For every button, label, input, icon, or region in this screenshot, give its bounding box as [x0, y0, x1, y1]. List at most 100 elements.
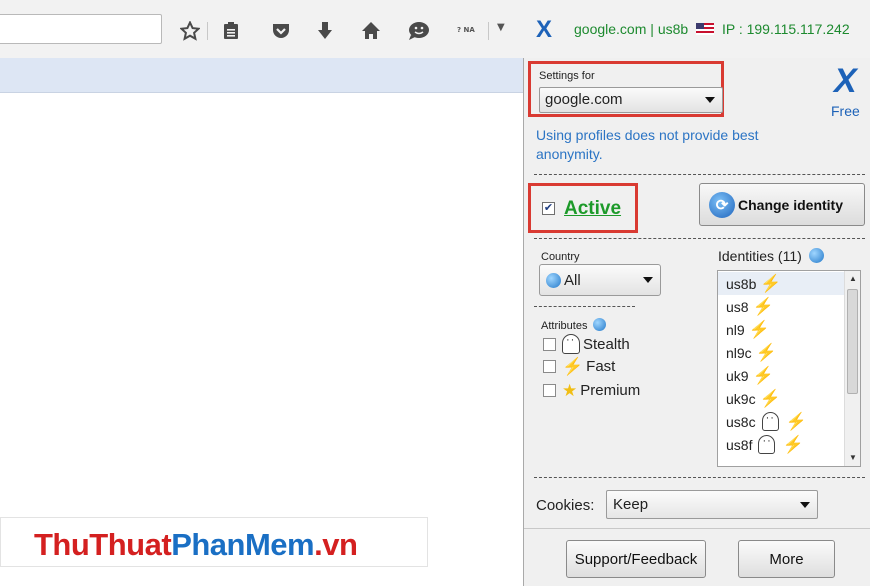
- change-identity-label: Change identity: [738, 196, 844, 213]
- identity-status[interactable]: google.com | us8b IP : 199.115.117.242: [574, 21, 850, 37]
- settings-site-value: google.com: [545, 91, 623, 108]
- lightning-icon: ⚡: [760, 274, 782, 293]
- info-icon[interactable]: [808, 248, 824, 263]
- bookmark-star-icon[interactable]: [177, 18, 203, 44]
- lightning-icon: ⚡: [759, 389, 781, 408]
- scroll-thumb[interactable]: [847, 289, 858, 394]
- download-icon[interactable]: [312, 18, 338, 44]
- list-item[interactable]: uk9 ⚡: [718, 364, 844, 387]
- change-identity-button[interactable]: ⟳ Change identity: [699, 183, 865, 226]
- chevron-down-icon: [705, 97, 715, 103]
- extension-logo-icon[interactable]: X: [536, 16, 552, 44]
- lightning-icon: ⚡: [782, 435, 804, 454]
- identities-list[interactable]: us8b ⚡ us8 ⚡ nl9 ⚡ nl9c ⚡ uk9 ⚡ uk9c ⚡ u…: [717, 270, 861, 467]
- reading-list-icon[interactable]: [218, 18, 244, 44]
- country-select[interactable]: All: [539, 264, 661, 296]
- watermark-part-1: ThuThuat: [34, 527, 172, 562]
- globe-icon: [546, 272, 561, 288]
- chevron-down-icon[interactable]: ▼: [497, 22, 505, 33]
- lightning-icon: ⚡: [748, 320, 770, 339]
- divider: [534, 238, 865, 239]
- url-bar[interactable]: [0, 14, 162, 44]
- scroll-down-icon[interactable]: ▼: [845, 450, 860, 466]
- notification-bar: [0, 58, 523, 93]
- lightning-icon: ⚡: [562, 357, 584, 376]
- chevron-down-icon: [643, 277, 653, 283]
- cookies-select[interactable]: Keep: [606, 490, 818, 519]
- identity-name: us8c: [726, 413, 756, 430]
- country-label: Country: [541, 251, 580, 263]
- browser-toolbar: ? NA ▼ X google.com | us8b IP : 199.115.…: [0, 0, 870, 58]
- identity-name: nl9c: [726, 344, 752, 361]
- identity-name: uk9c: [726, 390, 756, 407]
- free-badge: Free: [831, 103, 860, 119]
- lightning-icon: ⚡: [755, 343, 777, 362]
- scroll-up-icon[interactable]: ▲: [845, 271, 860, 287]
- info-icon[interactable]: [592, 318, 606, 331]
- active-highlight: ✔ Active: [528, 183, 638, 233]
- status-domain: google.com: [574, 21, 647, 37]
- fast-checkbox[interactable]: [543, 360, 556, 373]
- identity-name: us8: [726, 298, 749, 315]
- chevron-down-icon: [800, 501, 810, 508]
- anonymity-notice[interactable]: Using profiles does not provide best ano…: [536, 126, 816, 164]
- status-identity: us8b: [657, 21, 689, 37]
- attribute-label: Fast: [586, 358, 616, 375]
- attribute-premium[interactable]: ★ Premium: [543, 382, 640, 399]
- home-icon[interactable]: [358, 18, 384, 44]
- list-item[interactable]: us8 ⚡: [718, 295, 844, 318]
- refresh-icon: ⟳: [709, 191, 735, 218]
- scrollbar[interactable]: ▲ ▼: [844, 271, 860, 466]
- settings-label: Settings for: [539, 70, 595, 82]
- ghost-icon: [758, 435, 776, 454]
- status-divider: |: [650, 21, 658, 37]
- support-feedback-button[interactable]: Support/Feedback: [566, 540, 706, 578]
- identity-name: us8f: [726, 436, 753, 453]
- identity-name: us8b: [726, 275, 757, 292]
- divider: [534, 174, 865, 175]
- us-flag-icon: [696, 23, 715, 35]
- status-ip: IP : 199.115.117.242: [721, 21, 850, 37]
- identity-name: uk9: [726, 367, 749, 384]
- attribute-fast[interactable]: ⚡ Fast: [543, 358, 615, 375]
- watermark-part-3: .vn: [314, 527, 358, 562]
- pocket-icon[interactable]: [268, 18, 294, 44]
- lightning-icon: ⚡: [752, 297, 774, 316]
- divider: [524, 528, 870, 529]
- settings-highlight: Settings for google.com: [528, 61, 724, 117]
- more-button[interactable]: More: [738, 540, 835, 578]
- toolbar-separator: [207, 22, 208, 40]
- list-item[interactable]: us8f ⚡: [718, 433, 844, 456]
- cookies-label: Cookies:: [536, 497, 595, 514]
- stealth-checkbox[interactable]: [543, 337, 556, 351]
- attribute-label: Premium: [580, 382, 641, 399]
- divider: [534, 306, 635, 307]
- attribute-label: Stealth: [583, 335, 630, 353]
- lightning-icon: ⚡: [752, 366, 774, 385]
- list-item[interactable]: nl9 ⚡: [718, 318, 844, 341]
- identities-label-text: Identities (11): [718, 248, 802, 264]
- cookies-value: Keep: [613, 496, 649, 513]
- proxy-settings-panel: Settings for google.com X Free Using pro…: [523, 58, 870, 586]
- country-value: All: [564, 271, 581, 289]
- list-item[interactable]: uk9c ⚡: [718, 387, 844, 410]
- ghost-icon: [562, 334, 580, 354]
- settings-site-select[interactable]: google.com: [539, 87, 723, 113]
- watermark-text: ThuThuatPhanMem.vn: [34, 527, 358, 563]
- browser-window: ? NA ▼ X google.com | us8b IP : 199.115.…: [0, 0, 870, 586]
- attributes-label-text: Attributes: [541, 320, 588, 332]
- attribute-stealth[interactable]: Stealth: [543, 334, 630, 354]
- list-item[interactable]: us8c ⚡: [718, 410, 844, 433]
- star-icon: ★: [562, 381, 578, 400]
- list-item[interactable]: nl9c ⚡: [718, 341, 844, 364]
- active-checkbox[interactable]: ✔: [542, 202, 555, 215]
- chat-smiley-icon[interactable]: [406, 18, 432, 44]
- divider: [534, 477, 865, 478]
- list-item[interactable]: us8b ⚡: [718, 272, 844, 295]
- toolbar-separator: [488, 22, 489, 40]
- premium-checkbox[interactable]: [543, 384, 556, 397]
- noscript-badge[interactable]: ? NA: [457, 26, 475, 34]
- ghost-icon: [761, 412, 779, 431]
- active-label[interactable]: Active: [564, 198, 621, 220]
- extension-logo-icon: X: [834, 62, 857, 100]
